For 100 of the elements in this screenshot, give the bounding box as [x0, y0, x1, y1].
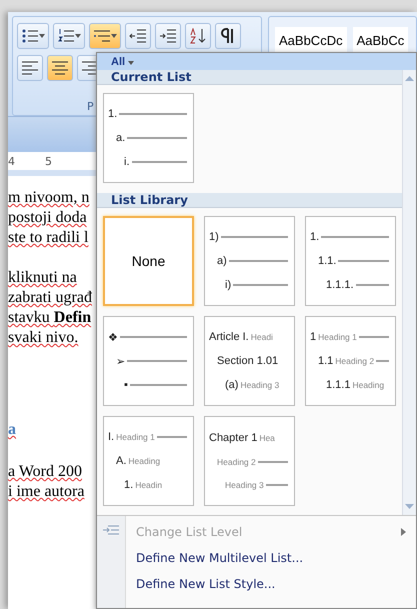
heading-text: Heading 1: [116, 432, 155, 442]
group-label: P: [87, 100, 94, 113]
list-number: a.: [116, 132, 126, 144]
list-number: 1.: [108, 108, 118, 120]
toolbar-button[interactable]: [89, 23, 121, 49]
heading-text: Heading 3: [225, 480, 264, 490]
heading-text: Heading 2: [335, 356, 374, 366]
bullets-icon: [21, 28, 39, 44]
list-number: Section 1.01: [217, 355, 278, 367]
list-number: ❖: [108, 330, 118, 344]
document-text: a Word 200: [8, 462, 82, 482]
list-number: (a): [225, 379, 238, 391]
heading-text: Heading 3: [240, 380, 280, 390]
list-style-tile[interactable]: None: [103, 216, 194, 306]
document-text: i ime autora: [8, 482, 84, 502]
list-number: 1.: [124, 479, 134, 491]
rule-line: [119, 113, 187, 115]
toolbar-button[interactable]: [155, 23, 181, 49]
heading-text: Heading 2: [217, 456, 256, 467]
decrease-indent-icon: [129, 28, 147, 44]
style-preview[interactable]: AaBbCc: [352, 27, 408, 53]
list-style-tile[interactable]: 1. 1.1. 1.1.1.: [305, 216, 396, 306]
rule-line: [156, 436, 187, 438]
heading-text: Heading: [128, 456, 160, 466]
rule-line: [258, 460, 288, 463]
list-number: a): [217, 255, 227, 267]
list-level-icon: [102, 524, 120, 536]
multilevel-list-icon: [93, 28, 111, 44]
list-number: 1.1: [318, 355, 334, 367]
align-left-icon: [21, 60, 39, 76]
document-text: m nivoom, n: [8, 188, 90, 208]
list-number: i): [225, 279, 232, 291]
list-number: 1: [310, 331, 316, 343]
list-style-tile[interactable]: Article I. Headi Section 1.01 (a) Heading 3: [204, 316, 295, 406]
list-number: i.: [124, 156, 130, 168]
list-number: 1.1.1: [326, 379, 350, 391]
toolbar-button[interactable]: [17, 23, 49, 49]
rule-line: [132, 161, 187, 163]
heading-text: Headin: [135, 480, 162, 490]
heading-text: Hea: [259, 432, 275, 443]
rule-line: [220, 236, 288, 238]
increase-indent-icon: [159, 28, 177, 44]
style-preview[interactable]: AaBbCcDc: [275, 27, 347, 53]
list-number: A.: [116, 455, 126, 467]
toolbar-button[interactable]: [125, 23, 151, 49]
rule-line: [266, 484, 288, 486]
list-number: 1.1.: [318, 255, 336, 267]
rule-line: [120, 336, 187, 338]
rule-line: [376, 360, 389, 362]
heading-text: Heading: [352, 380, 384, 390]
rule-line: [130, 384, 187, 386]
list-number: ➢: [116, 354, 125, 368]
caret-icon: [128, 60, 134, 64]
menu-item[interactable]: Define New Multilevel List...: [126, 545, 416, 571]
rule-line: [127, 137, 187, 139]
filter-dropdown[interactable]: All: [97, 53, 416, 70]
rule-line: [127, 360, 187, 362]
rule-line: [356, 284, 389, 286]
document-heading: a: [8, 420, 16, 440]
ruler-number: 5: [45, 154, 52, 168]
document-text: stavku Defin: [8, 308, 92, 328]
list-style-tile[interactable]: Chapter 1 Hea Heading 2 Heading 3: [204, 416, 295, 506]
ruler-number: 4: [8, 154, 15, 168]
list-style-tile[interactable]: 1. a. i.: [103, 93, 194, 183]
toolbar-button[interactable]: [53, 23, 85, 49]
toolbar-button[interactable]: [17, 55, 43, 81]
rule-line: [358, 336, 389, 338]
list-style-tile[interactable]: 1 Heading 1 1.1 Heading 2 1.1.1 Heading: [305, 316, 396, 406]
rule-line: [321, 236, 389, 238]
menu-item[interactable]: Define New List Style...: [126, 571, 416, 597]
list-style-tile[interactable]: 1) a) i): [204, 216, 295, 306]
list-number: Article I.: [209, 331, 249, 343]
toolbar-button[interactable]: [215, 23, 241, 49]
align-center-icon: [51, 60, 69, 76]
rule-line: [338, 260, 389, 262]
align-right-icon: [81, 60, 99, 76]
caret-icon: [39, 34, 45, 38]
list-number: 1.: [310, 231, 320, 243]
heading-text: Headi: [250, 332, 273, 342]
list-number: I.: [108, 431, 114, 443]
document-text: postoji doda: [8, 208, 87, 228]
numbering-icon: [57, 28, 75, 44]
heading-text: Heading 1: [318, 332, 357, 342]
submenu-arrow-icon: [401, 528, 406, 536]
caret-icon: [75, 34, 81, 38]
list-style-tile[interactable]: I. Heading 1 A. Heading 1. Headin: [103, 416, 194, 506]
list-number: Chapter 1: [209, 432, 258, 444]
list-number: ▪: [124, 379, 128, 392]
section-title: List Library: [97, 193, 402, 208]
toolbar-button[interactable]: [185, 23, 211, 49]
list-style-tile[interactable]: ❖ ➢ ▪: [103, 316, 194, 406]
list-number: 1.1.1.: [326, 279, 354, 291]
caret-icon: [111, 34, 117, 38]
document-text: zabrati ugrađ: [8, 288, 92, 308]
sort-icon: [189, 28, 207, 44]
toolbar-button[interactable]: [47, 55, 73, 81]
list-number: 1): [209, 231, 219, 243]
document-text: kliknuti na: [8, 268, 77, 288]
rule-line: [228, 260, 288, 262]
document-text: svaki nivo.: [8, 328, 78, 348]
